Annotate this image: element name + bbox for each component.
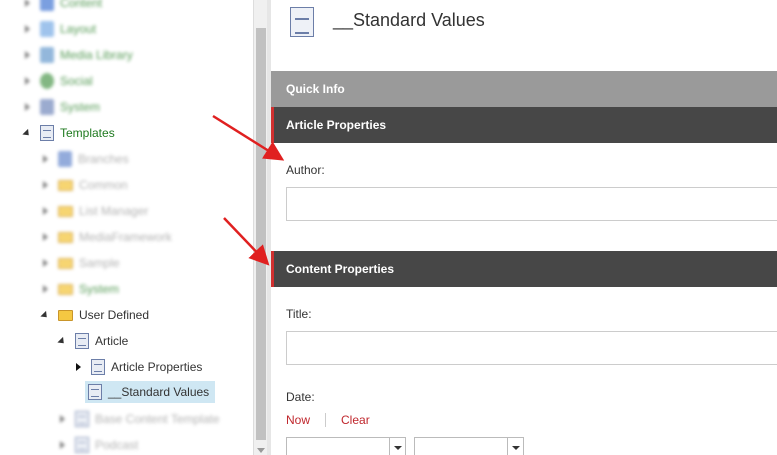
tree-item-label: Content — [60, 0, 103, 10]
template-section-icon — [91, 359, 105, 375]
tree-item-label: Social — [60, 74, 93, 88]
tree-item-mediaframework[interactable]: MediaFramework — [40, 226, 172, 248]
tree-item-user-defined[interactable]: User Defined — [40, 304, 149, 326]
tree-item-system[interactable]: System — [22, 96, 100, 118]
date-day-select[interactable] — [414, 437, 524, 455]
tree-item-media-library[interactable]: Media Library — [22, 44, 133, 66]
expand-icon[interactable] — [22, 0, 32, 8]
expand-icon[interactable] — [40, 206, 50, 216]
template-icon — [75, 333, 89, 349]
tree-item-article[interactable]: Article — [57, 330, 128, 352]
date-label: Date: — [286, 390, 315, 404]
section-quick-info[interactable]: Quick Info — [271, 71, 777, 107]
tree-item-label: Common — [79, 178, 128, 192]
tree-item-label: Layout — [60, 22, 97, 36]
tree-item-label: MediaFramework — [79, 230, 172, 244]
editor-header: __Standard Values — [271, 0, 777, 72]
tree-item-label: Media Library — [60, 48, 133, 62]
tree-item-label: List Manager — [79, 204, 149, 218]
expand-icon[interactable] — [40, 232, 50, 242]
tree-item-list-manager[interactable]: List Manager — [40, 200, 148, 222]
expand-icon[interactable] — [22, 24, 32, 34]
folder-icon — [58, 231, 73, 243]
expand-icon[interactable] — [22, 102, 32, 112]
title-field[interactable] — [286, 331, 777, 365]
folder-icon — [58, 257, 73, 269]
expand-icon[interactable] — [57, 440, 67, 450]
tree-item-label: Templates — [60, 126, 115, 140]
chevron-down-icon[interactable] — [389, 438, 405, 455]
tree-item-label: Sample — [79, 256, 120, 270]
tree-item-label: __Standard Values — [108, 385, 210, 399]
date-clear-link[interactable]: Clear — [341, 413, 370, 427]
folder-icon — [58, 179, 73, 191]
section-content-properties[interactable]: Content Properties — [271, 251, 777, 287]
chevron-down-icon[interactable] — [507, 438, 523, 455]
expand-icon[interactable] — [40, 154, 50, 164]
author-field[interactable] — [286, 187, 777, 221]
author-label: Author: — [286, 163, 325, 177]
expand-icon[interactable] — [40, 258, 50, 268]
date-actions: Now Clear — [286, 413, 370, 427]
expand-icon[interactable] — [57, 414, 67, 424]
expand-icon[interactable] — [73, 362, 83, 372]
tree-item-templates-system[interactable]: System — [40, 278, 119, 300]
media-library-icon — [40, 47, 54, 63]
tree-item-standard-values[interactable]: __Standard Values — [85, 381, 216, 403]
link-separator — [325, 413, 327, 427]
tree-item-templates[interactable]: Templates — [22, 122, 115, 144]
expand-icon[interactable] — [40, 180, 50, 190]
tree-scrollbar[interactable] — [253, 0, 267, 455]
page-title: __Standard Values — [333, 10, 485, 30]
tree-item-label: System — [79, 282, 120, 296]
expand-icon[interactable] — [22, 76, 32, 86]
tree-item-label: Branches — [78, 152, 129, 166]
scroll-down-icon[interactable] — [257, 448, 265, 453]
document-icon — [290, 7, 314, 37]
scrollbar-thumb[interactable] — [256, 28, 266, 440]
tree-item-label: User Defined — [79, 308, 150, 322]
collapse-icon[interactable] — [22, 128, 32, 138]
tree-item-podcast[interactable]: Podcast — [57, 434, 138, 455]
tree-item-sample[interactable]: Sample — [40, 252, 120, 274]
system-icon — [40, 99, 54, 115]
title-label: Title: — [286, 307, 312, 321]
tree-item-label: Article — [95, 334, 129, 348]
item-editor: __Standard Values Quick Info Article Pro… — [271, 0, 777, 455]
section-article-properties[interactable]: Article Properties — [271, 107, 777, 143]
content-tree: Content Layout Media Library Social Syst… — [0, 0, 253, 455]
social-icon — [40, 73, 54, 89]
tree-item-content[interactable]: Content — [22, 0, 102, 14]
content-icon — [40, 0, 54, 11]
tree-item-label: Podcast — [95, 438, 139, 452]
document-icon — [88, 384, 102, 400]
layout-icon — [40, 21, 54, 37]
collapse-icon[interactable] — [57, 336, 67, 346]
tree-item-article-properties[interactable]: Article Properties — [73, 356, 202, 378]
collapse-icon[interactable] — [40, 310, 50, 320]
date-month-select[interactable] — [286, 437, 406, 455]
tree-item-label: Article Properties — [111, 360, 203, 374]
tree-item-label: System — [60, 100, 101, 114]
folder-icon — [58, 205, 73, 217]
tree-item-social[interactable]: Social — [22, 70, 93, 92]
expand-icon[interactable] — [40, 284, 50, 294]
tree-item-branches[interactable]: Branches — [40, 148, 129, 170]
section-title: Quick Info — [286, 82, 345, 96]
section-title: Content Properties — [286, 262, 395, 276]
tree-item-layout[interactable]: Layout — [22, 18, 96, 40]
tree-item-label: Base Content Template — [95, 412, 220, 426]
tree-item-base-content-template[interactable]: Base Content Template — [57, 408, 220, 430]
section-title: Article Properties — [286, 118, 387, 132]
folder-open-icon — [58, 309, 73, 321]
expand-icon[interactable] — [22, 50, 32, 60]
folder-icon — [58, 283, 73, 295]
template-icon — [40, 125, 54, 141]
template-icon — [75, 437, 89, 453]
date-now-link[interactable]: Now — [286, 413, 310, 427]
template-icon — [75, 411, 89, 427]
tree-item-common[interactable]: Common — [40, 174, 128, 196]
branch-icon — [58, 151, 72, 167]
